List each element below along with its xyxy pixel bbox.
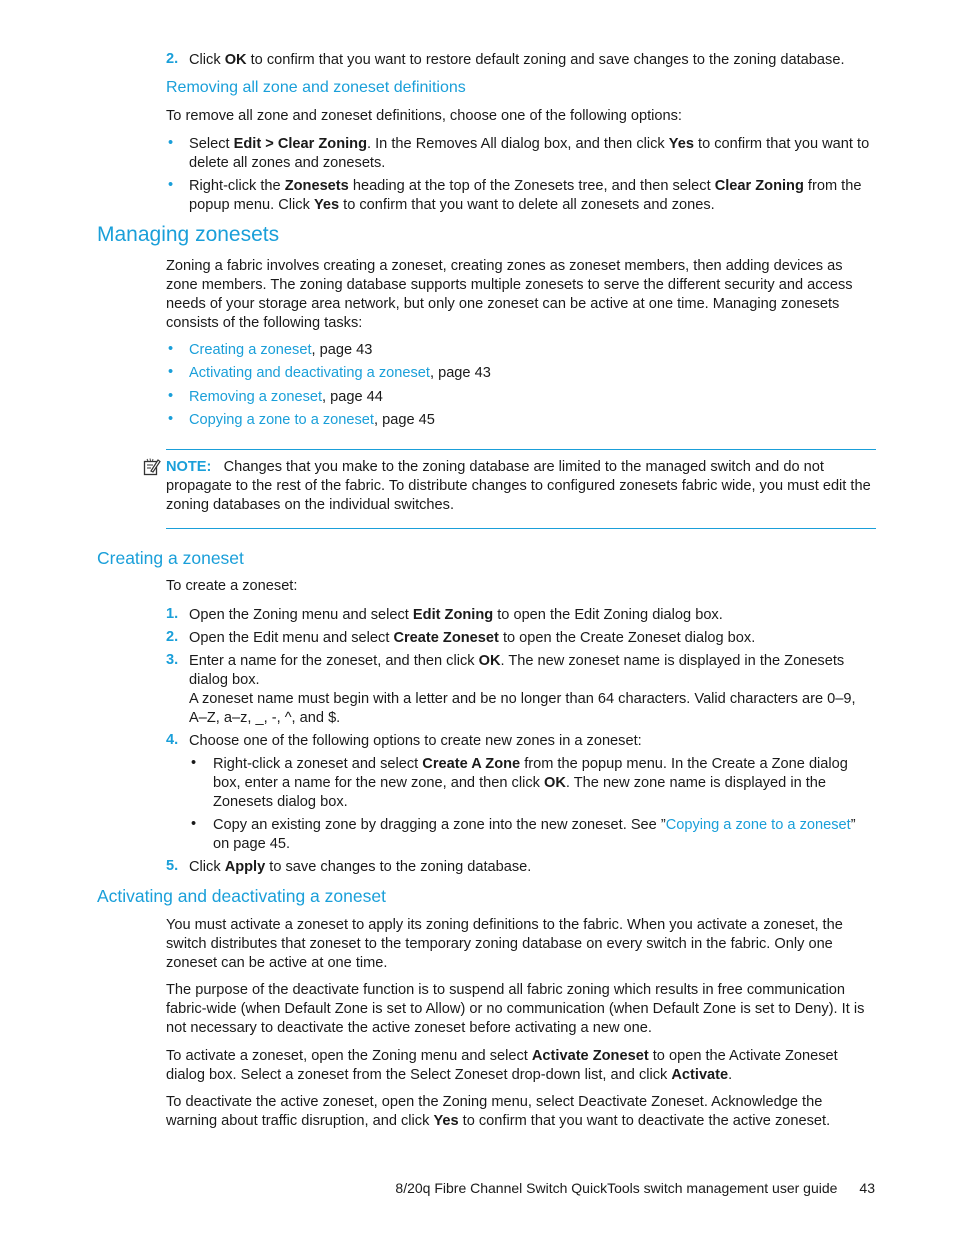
paragraph: To deactivate the active zoneset, open t…	[166, 1093, 874, 1131]
note-divider-bottom	[166, 528, 876, 529]
sub-list-item: Right-click a zoneset and select Create …	[213, 755, 868, 812]
page-ref: , page 43	[311, 342, 373, 358]
text: A zoneset name must begin with a letter …	[189, 691, 856, 726]
bullet-icon: •	[191, 755, 197, 771]
list-item: Select Edit > Clear Zoning. In the Remov…	[189, 135, 875, 173]
step-text: Open the Edit menu and select Create Zon…	[189, 629, 875, 648]
section-heading-creating-zoneset: Creating a zoneset	[97, 548, 244, 568]
text: to open the Edit Zoning dialog box.	[493, 607, 723, 623]
step-number: 2.	[166, 51, 179, 67]
text: heading at the top of the Zonesets tree,…	[348, 178, 715, 194]
text: Open the Edit menu and select	[189, 630, 394, 646]
bold-text: Create Zoneset	[393, 630, 499, 646]
task-list-item: Creating a zoneset, page 43	[189, 341, 875, 360]
step-number: 4.	[166, 732, 179, 748]
text: To activate a zoneset, open the Zoning m…	[166, 1048, 532, 1064]
bullet-icon: •	[168, 341, 174, 357]
bold-text: Edit Zoning	[412, 607, 494, 623]
step-text: Choose one of the following options to c…	[189, 733, 642, 749]
paragraph: To create a zoneset:	[166, 578, 298, 594]
bold-text: Clear Zoning	[714, 178, 804, 194]
note-divider-top	[166, 449, 876, 450]
step-text: Enter a name for the zoneset, and then c…	[189, 652, 875, 728]
paragraph: To activate a zoneset, open the Zoning m…	[166, 1047, 874, 1085]
text: Right-click a zoneset and select	[213, 756, 423, 772]
page-ref: , page 44	[322, 389, 383, 405]
link-activating-zoneset[interactable]: Activating and deactivating a zoneset	[189, 365, 430, 381]
page-ref: , page 43	[429, 365, 491, 381]
sub-list-item: Copy an existing zone by dragging a zone…	[213, 816, 868, 854]
bold-text: Yes	[433, 1113, 459, 1129]
text: Open the Zoning menu and select	[189, 607, 413, 623]
bold-text: Create A Zone	[422, 756, 521, 772]
link-copying-zone[interactable]: Copying a zone to a zoneset	[189, 412, 374, 428]
bold-text: Apply	[224, 859, 266, 875]
bullet-icon: •	[168, 135, 174, 151]
step-text: Open the Zoning menu and select Edit Zon…	[189, 606, 875, 625]
step-text: Click Apply to save changes to the zonin…	[189, 858, 875, 877]
paragraph: Zoning a fabric involves creating a zone…	[166, 258, 853, 331]
text: Enter a name for the zoneset, and then c…	[189, 653, 479, 669]
bold-text: Zonesets	[284, 178, 349, 194]
section-heading-activating-zoneset: Activating and deactivating a zoneset	[97, 886, 386, 906]
step-number: 1.	[166, 606, 179, 622]
text: . In the Removes All dialog box, and the…	[367, 136, 669, 152]
text: Click	[189, 52, 225, 68]
footer-title: 8/20q Fibre Channel Switch QuickTools sw…	[395, 1180, 838, 1196]
text: to confirm that you want to deactivate t…	[458, 1113, 831, 1129]
bold-text: Edit > Clear Zoning	[233, 136, 368, 152]
bold-text: OK	[224, 52, 247, 68]
list-item: Right-click the Zonesets heading at the …	[189, 177, 875, 215]
paragraph: To remove all zone and zoneset definitio…	[166, 108, 682, 124]
bullet-icon: •	[168, 411, 174, 427]
step-number: 2.	[166, 629, 179, 645]
link-removing-zoneset[interactable]: Removing a zoneset	[189, 389, 322, 405]
text: to confirm that you want to delete all z…	[339, 197, 715, 213]
bullet-icon: •	[191, 816, 197, 832]
paragraph: You must activate a zoneset to apply its…	[166, 917, 843, 971]
task-list-item: Copying a zone to a zoneset, page 45	[189, 411, 875, 430]
bold-text: OK	[478, 653, 501, 669]
section-heading-removing-all: Removing all zone and zoneset definition…	[166, 79, 466, 96]
step-number: 3.	[166, 652, 179, 668]
bullet-icon: •	[168, 177, 174, 193]
note-label: NOTE:	[166, 459, 212, 475]
text: Copy an existing zone by dragging a zone…	[213, 817, 666, 833]
page-ref: , page 45	[373, 412, 435, 428]
text: Changes that you make to the zoning data…	[166, 459, 871, 513]
text: Select	[189, 136, 234, 152]
step-text: Click OK to confirm that you want to res…	[189, 51, 875, 70]
bullet-icon: •	[168, 364, 174, 380]
link-copying-zone-inline[interactable]: Copying a zone to a zoneset	[666, 817, 851, 833]
text: to confirm that you want to restore defa…	[246, 52, 845, 68]
bullet-icon: •	[168, 388, 174, 404]
note-icon	[143, 458, 161, 480]
bold-text: Yes	[313, 197, 340, 213]
task-list-item: Activating and deactivating a zoneset, p…	[189, 364, 875, 383]
page-footer: 8/20q Fibre Channel Switch QuickTools sw…	[395, 1180, 875, 1196]
bold-text: Yes	[668, 136, 694, 152]
section-heading-managing-zonesets: Managing zonesets	[97, 223, 280, 246]
text: Right-click the	[189, 178, 285, 194]
link-creating-zoneset[interactable]: Creating a zoneset	[189, 342, 312, 358]
note-text: NOTE: Changes that you make to the zonin…	[166, 458, 874, 515]
task-list-item: Removing a zoneset, page 44	[189, 388, 875, 407]
bold-text: OK	[544, 775, 566, 791]
text: Click	[189, 859, 225, 875]
step-number: 5.	[166, 858, 179, 874]
text: .	[728, 1067, 733, 1083]
paragraph: The purpose of the deactivate function i…	[166, 982, 865, 1036]
page-number: 43	[859, 1180, 875, 1196]
text: to save changes to the zoning database.	[265, 859, 532, 875]
bold-text: Activate	[671, 1067, 729, 1083]
bold-text: Activate Zoneset	[531, 1048, 649, 1064]
text: to open the Create Zoneset dialog box.	[498, 630, 756, 646]
